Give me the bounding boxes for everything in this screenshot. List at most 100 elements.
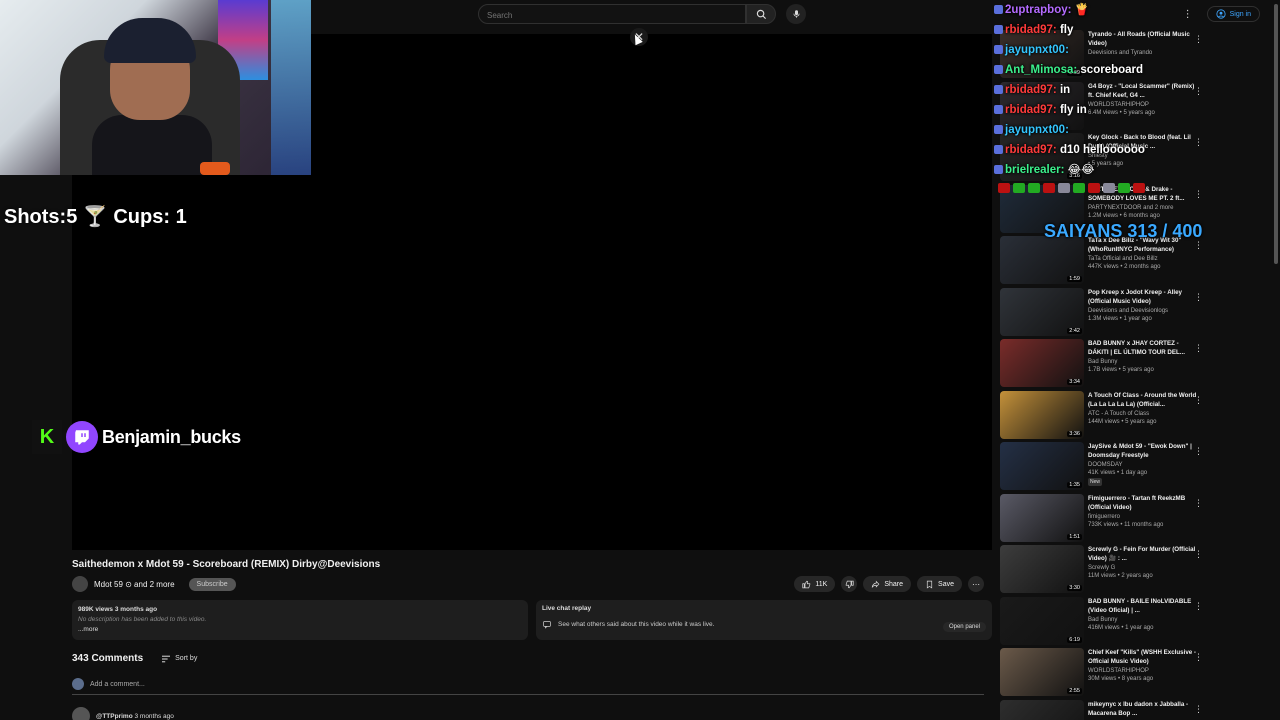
- live-chat-text: See what others said about this video wh…: [558, 621, 715, 628]
- chat-text: in: [1059, 84, 1071, 96]
- recommendation-views: 11M views • 2 years ago: [1088, 573, 1153, 579]
- recommendation-item[interactable]: 1:51 Fimiguerrero - Tartan ft ReekzMB (Of…: [1000, 493, 1272, 546]
- voice-search-button[interactable]: [786, 4, 806, 24]
- more-options-icon[interactable]: ⋮: [1194, 292, 1203, 303]
- duration-badge: 3:34: [1067, 379, 1082, 385]
- video-thumbnail[interactable]: 1:51: [1000, 493, 1084, 542]
- recommendation-title[interactable]: JaySive & Mdot 59 - "Ewok Down" | Doomsd…: [1088, 442, 1198, 460]
- chat-username[interactable]: jayupnxt00:: [1005, 124, 1069, 136]
- dislike-button[interactable]: [841, 576, 858, 592]
- recommendation-title[interactable]: BAD BUNNY x JHAY CORTEZ - DÁKITI | EL ÚL…: [1088, 339, 1198, 357]
- video-thumbnail[interactable]: 2:55: [1000, 648, 1084, 696]
- recommendation-title[interactable]: Fimiguerrero - Tartan ft ReekzMB (Offici…: [1088, 494, 1198, 512]
- video-thumbnail[interactable]: 3:30: [1000, 545, 1084, 593]
- more-options-icon[interactable]: ⋮: [1194, 343, 1203, 354]
- recommendation-channel[interactable]: DOOMSDAY: [1088, 461, 1198, 469]
- recommendation-channel[interactable]: TaTa Official and Dee Billz: [1088, 255, 1198, 263]
- recommendation-views: 1.3M views • 1 year ago: [1088, 315, 1152, 322]
- video-thumbnail[interactable]: 2:42: [1000, 287, 1084, 336]
- more-options-icon[interactable]: ⋮: [1194, 498, 1203, 509]
- more-options-icon[interactable]: ⋮: [1194, 704, 1203, 715]
- comment-meta: @TTPprimo 3 months ago: [96, 713, 174, 720]
- video-thumbnail[interactable]: 1:59: [1000, 236, 1084, 284]
- recommendation-title[interactable]: BAD BUNNY - BAILE INoLVIDABLE (Video Ofi…: [1088, 597, 1198, 615]
- recommendation-item[interactable]: mikeynyc x lbu dadon x Jabballa - Macare…: [1000, 699, 1272, 720]
- emote-strip: [998, 180, 1270, 196]
- chat-username[interactable]: rbidad97:: [1005, 84, 1057, 96]
- more-options-icon[interactable]: ⋮: [1194, 601, 1203, 612]
- save-button[interactable]: Save: [917, 576, 962, 592]
- recommendation-item[interactable]: 2:55 Chief Keef "Kills" (WSHH Exclusive -…: [1000, 648, 1272, 700]
- video-thumbnail[interactable]: 1:35: [1000, 442, 1084, 490]
- recommendation-title[interactable]: mikeynyc x lbu dadon x Jabballa - Macare…: [1088, 700, 1198, 718]
- show-more-link[interactable]: ...more: [78, 625, 522, 635]
- duration-badge: 2:55: [1067, 688, 1082, 694]
- recommendation-title[interactable]: A Touch Of Class - Around the World (La …: [1088, 391, 1198, 409]
- recommendation-channel[interactable]: PARTYNEXTDOOR and 2 more: [1088, 204, 1198, 212]
- comment-time: 3 months ago: [134, 712, 174, 720]
- recommendation-item[interactable]: 3:36 A Touch Of Class - Around the World …: [1000, 390, 1272, 443]
- add-comment-field[interactable]: Add a comment...: [72, 678, 984, 695]
- more-options-icon[interactable]: ⋮: [1194, 446, 1203, 457]
- chat-username[interactable]: rbidad97:: [1005, 24, 1057, 36]
- recommendation-item[interactable]: 2:42 Pop Kreep x Jodot Kreep - Alley (Off…: [1000, 287, 1272, 340]
- video-title: Saithedemon x Mdot 59 - Scoreboard (REMI…: [72, 559, 381, 570]
- commenter-avatar[interactable]: [72, 707, 90, 720]
- recommendation-channel[interactable]: Bad Bunny: [1088, 616, 1198, 624]
- duration-badge: 2:42: [1067, 327, 1082, 334]
- sort-by-button[interactable]: Sort by: [161, 655, 197, 663]
- video-thumbnail[interactable]: 3:34: [1000, 339, 1084, 387]
- recommendation-title[interactable]: Pop Kreep x Jodot Kreep - Alley (Officia…: [1088, 288, 1198, 306]
- share-icon: [872, 580, 880, 588]
- chat-username[interactable]: 2uptrapboy:: [1005, 4, 1071, 16]
- video-thumbnail[interactable]: 6:19: [1000, 596, 1084, 645]
- channel-avatar[interactable]: [72, 576, 88, 592]
- chat-username[interactable]: jayupnxt00:: [1005, 44, 1069, 56]
- search-button[interactable]: [746, 4, 776, 24]
- recommendation-channel[interactable]: Bad Bunny: [1088, 358, 1198, 366]
- thumbs-up-icon: [802, 580, 811, 588]
- chat-text: 😂😂: [1067, 164, 1095, 176]
- recommendation-item[interactable]: 3:34 BAD BUNNY x JHAY CORTEZ - DÁKITI | E…: [1000, 339, 1272, 391]
- recommendation-views: 1.7B views • 5 years ago: [1088, 367, 1154, 373]
- description-box[interactable]: 989K views 3 months ago No description h…: [72, 600, 528, 640]
- streamer-beanie: [104, 18, 196, 63]
- share-button[interactable]: Share: [863, 576, 912, 592]
- chat-message: rbidad97: d10 helloooooo: [994, 140, 1280, 160]
- recommendation-item[interactable]: 1:35 JaySive & Mdot 59 - "Ewok Down" | Do…: [1000, 442, 1272, 494]
- chat-username[interactable]: brielrealer:: [1005, 164, 1064, 176]
- recommendation-channel[interactable]: WORLDSTARHIPHOP: [1088, 667, 1198, 675]
- video-thumbnail[interactable]: [1000, 699, 1084, 720]
- video-thumbnail[interactable]: 3:36: [1000, 390, 1084, 439]
- more-options-icon[interactable]: ⋮: [1194, 652, 1203, 663]
- recommendation-channel[interactable]: Deevisions and Deevisionlogs: [1088, 307, 1198, 315]
- channel-name[interactable]: Mdot 59 ⊙ and 2 more: [94, 580, 175, 589]
- recommendation-channel[interactable]: fimiguerrero: [1088, 513, 1198, 521]
- open-panel-button[interactable]: Open panel: [942, 622, 986, 632]
- recommendation-item[interactable]: 6:19 BAD BUNNY - BAILE INoLVIDABLE (Video…: [1000, 596, 1272, 649]
- chat-username[interactable]: rbidad97:: [1005, 104, 1057, 116]
- video-actions: 11K Share Save ⋯: [794, 576, 984, 592]
- recommendation-title[interactable]: Screwly G - Fein For Murder (Official Vi…: [1088, 545, 1198, 563]
- comment-author[interactable]: @TTPprimo: [96, 713, 133, 720]
- more-options-icon[interactable]: ⋮: [1194, 549, 1203, 560]
- kick-icon: K: [32, 420, 62, 454]
- recommendation-channel[interactable]: Screwly G: [1088, 564, 1198, 572]
- save-label: Save: [938, 580, 954, 588]
- chat-username[interactable]: Ant_Mimosa:: [1005, 64, 1077, 76]
- recommendation-title[interactable]: Chief Keef "Kills" (WSHH Exclusive - Off…: [1088, 648, 1198, 666]
- more-options-icon[interactable]: ⋮: [1194, 395, 1203, 406]
- subscribe-button[interactable]: Subscribe: [188, 577, 236, 591]
- more-actions-icon[interactable]: ⋯: [968, 576, 984, 592]
- recommendation-channel[interactable]: ATC - A Touch of Class: [1088, 410, 1198, 418]
- search-input[interactable]: [479, 6, 745, 25]
- chat-username[interactable]: rbidad97:: [1005, 144, 1057, 156]
- recommendation-views: 416M views • 1 year ago: [1088, 624, 1154, 631]
- thumbs-down-icon: [845, 580, 854, 588]
- recommendation-item[interactable]: 1:59 TaTa x Dee Billz - "Wavy Wit 30" (Wh…: [1000, 236, 1272, 288]
- live-chat-row: See what others said about this video wh…: [542, 620, 986, 629]
- like-button[interactable]: 11K: [794, 576, 836, 592]
- stream-chat-overlay: 2uptrapboy: 🍟 rbidad97: fly jayupnxt00: An…: [994, 0, 1280, 180]
- search-box[interactable]: [478, 4, 746, 25]
- recommendation-item[interactable]: 3:30 Screwly G - Fein For Murder (Officia…: [1000, 545, 1272, 597]
